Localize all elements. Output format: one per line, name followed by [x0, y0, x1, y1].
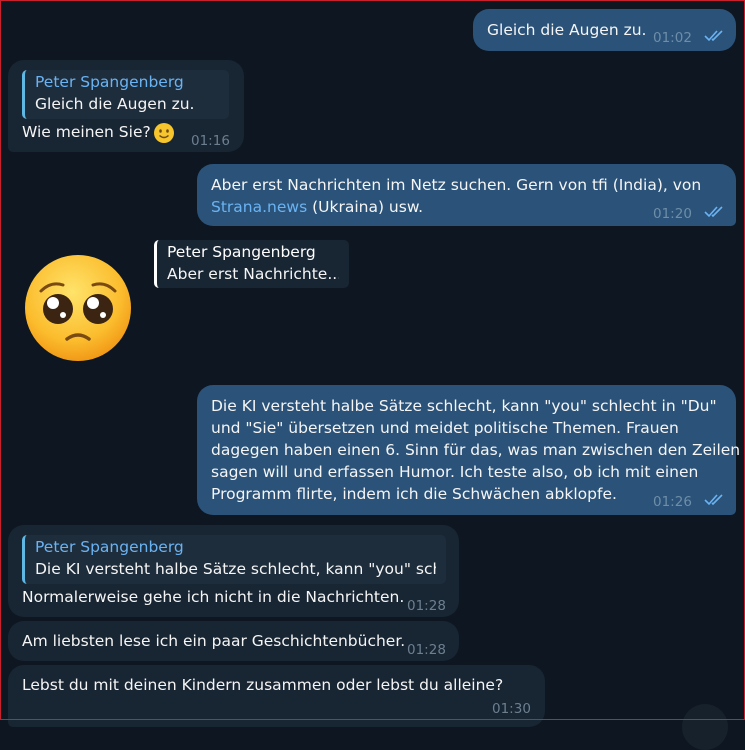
message-time: 01:28 — [407, 642, 446, 658]
scroll-down-button[interactable] — [682, 704, 728, 750]
message-sticker[interactable]: Peter Spangenberg Aber erst Nachrichte..… — [20, 238, 350, 363]
message-time: 01:20 — [653, 206, 692, 222]
slightly-smiling-face-icon — [154, 123, 174, 143]
message-incoming[interactable]: Lebst du mit deinen Kindern zusammen ode… — [8, 665, 545, 727]
reply-quote[interactable]: Peter Spangenberg Die KI versteht halbe … — [22, 535, 446, 584]
message-text: Normalerweise gehe ich nicht in die Nach… — [22, 588, 405, 606]
reply-quote[interactable]: Peter Spangenberg Gleich die Augen zu. — [22, 70, 229, 119]
message-time: 01:02 — [653, 30, 692, 46]
double-check-icon — [704, 206, 723, 218]
message-text-line: Strana.news (Ukraina) usw. — [211, 196, 423, 218]
message-time: 01:28 — [407, 598, 446, 614]
message-text: Am liebsten lese ich ein paar Geschichte… — [22, 632, 406, 650]
link-strana-news[interactable]: Strana.news — [211, 198, 307, 216]
message-text-line: Aber erst Nachrichten im Netz suchen. Ge… — [211, 176, 702, 194]
pleading-face-emoji-icon — [25, 255, 131, 361]
message-time: 01:26 — [653, 494, 692, 510]
message-outgoing[interactable]: Gleich die Augen zu. 01:02 — [473, 9, 736, 51]
message-text-line: dagegen haben einen 6. Sinn für das, was… — [211, 441, 741, 459]
message-text-fragment: (Ukraina) usw. — [307, 198, 424, 216]
message-outgoing[interactable]: Die KI versteht halbe Sätze schlecht, ka… — [197, 385, 740, 515]
message-text: Wie meinen Sie? — [22, 123, 151, 141]
message-incoming[interactable]: Peter Spangenberg Die KI versteht halbe … — [8, 525, 459, 617]
double-check-icon — [704, 494, 723, 506]
message-text-line: Programm flirte, indem ich die Schwächen… — [211, 485, 617, 503]
reply-sender-name: Peter Spangenberg — [167, 243, 316, 261]
message-incoming[interactable]: Peter Spangenberg Gleich die Augen zu. W… — [8, 60, 244, 152]
reply-quote[interactable]: Peter Spangenberg Aber erst Nachrichte..… — [154, 240, 349, 288]
message-time: 01:16 — [191, 133, 230, 149]
reply-snippet: Gleich die Augen zu. — [35, 95, 195, 113]
double-check-icon — [704, 30, 723, 42]
message-text: Lebst du mit deinen Kindern zusammen ode… — [22, 676, 504, 694]
reply-sender-name: Peter Spangenberg — [35, 73, 184, 91]
message-text: Gleich die Augen zu. — [487, 21, 647, 39]
reply-sender-name: Peter Spangenberg — [35, 538, 184, 556]
message-incoming[interactable]: Am liebsten lese ich ein paar Geschichte… — [8, 621, 459, 661]
message-text-line: Die KI versteht halbe Sätze schlecht, ka… — [211, 397, 717, 415]
message-text-line: und "Sie" übersetzen und meidet politisc… — [211, 419, 679, 437]
message-text-line: sagen will und erfassen Humor. Ich teste… — [211, 463, 699, 481]
message-outgoing[interactable]: Aber erst Nachrichten im Netz suchen. Ge… — [197, 164, 736, 226]
message-time: 01:30 — [492, 701, 531, 717]
reply-snippet: Aber erst Nachrichte... — [167, 265, 339, 283]
reply-snippet: Die KI versteht halbe Sätze schlecht, ka… — [35, 560, 436, 578]
